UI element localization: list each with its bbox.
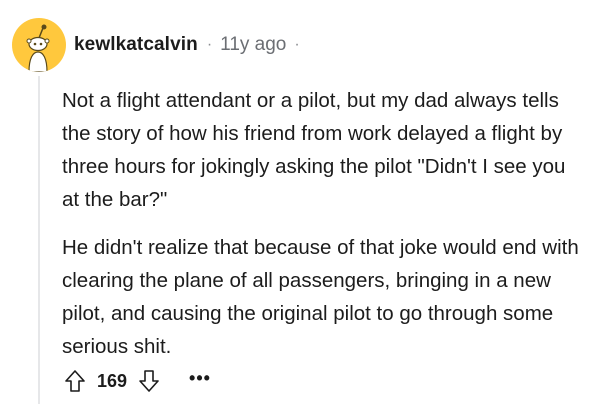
vote-score: 169 bbox=[97, 370, 128, 391]
comment-actions: 169 ••• bbox=[63, 366, 211, 396]
header-separator-trailing: · bbox=[294, 36, 300, 53]
more-options-button[interactable]: ••• bbox=[189, 369, 211, 393]
snoo-avatar-icon bbox=[26, 24, 50, 72]
downvote-button[interactable] bbox=[137, 368, 161, 394]
username-link[interactable]: kewlkatcalvin bbox=[74, 34, 198, 56]
downvote-arrow-icon bbox=[139, 370, 159, 392]
comment-body: Not a flight attendant or a pilot, but m… bbox=[62, 84, 582, 363]
comment-timestamp[interactable]: 11y ago bbox=[220, 34, 286, 56]
avatar[interactable] bbox=[12, 18, 66, 72]
header-separator: · bbox=[206, 36, 213, 53]
upvote-button[interactable] bbox=[63, 368, 87, 394]
comment-paragraph-2: He didn't realize that because of that j… bbox=[62, 236, 579, 358]
upvote-arrow-icon bbox=[65, 370, 85, 392]
thread-line[interactable] bbox=[38, 76, 40, 404]
comment-paragraph-1: Not a flight attendant or a pilot, but m… bbox=[62, 89, 566, 211]
comment-header: kewlkatcalvin · 11y ago · bbox=[12, 18, 300, 72]
comment: kewlkatcalvin · 11y ago · Not a flight a… bbox=[0, 0, 600, 404]
